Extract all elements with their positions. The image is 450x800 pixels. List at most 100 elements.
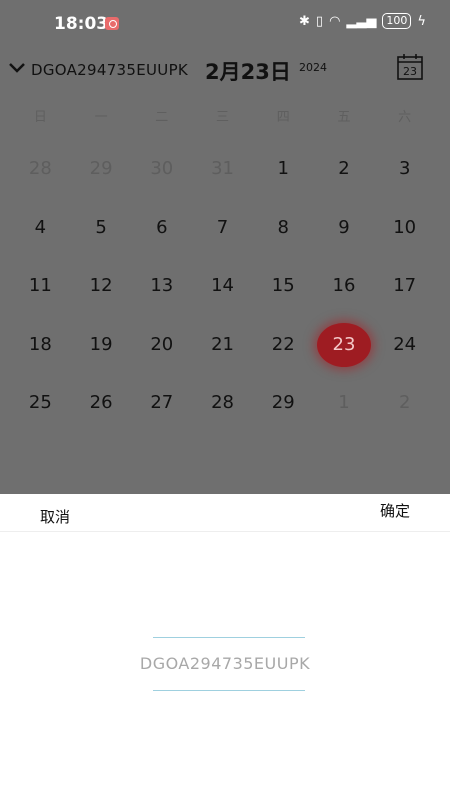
calendar-day-number: 29 [89,158,113,180]
calendar-day-number: 18 [28,333,52,355]
calendar-day[interactable]: 26 [71,381,132,425]
calendar-day-number: 26 [89,392,113,414]
vibrate-icon: ▯ [315,13,324,29]
calendar-day[interactable]: 18 [10,323,71,367]
calendar-day-number: 20 [150,333,174,355]
svg-text:23: 23 [403,65,417,78]
screen-record-icon [105,17,119,30]
calendar-grid: 28 29 30 31 1 2 3 4 5 6 7 8 9 10 11 12 13 14 15 16 17 18 19 20 2… [10,140,435,433]
calendar-day[interactable]: 4 [10,206,71,250]
weekday-label: 二 [155,110,169,125]
calendar-day-number: 30 [150,158,174,180]
status-time: 18:03 [54,14,109,34]
calendar-day-number: 13 [150,275,174,297]
device-selector[interactable]: DGOA294735EUUPK [31,61,188,79]
calendar-day[interactable]: 10 [374,206,435,250]
calendar-day[interactable]: 20 [131,323,192,367]
status-icons: ✱ ▯ ◠ ▂▃▅ 100 ϟ [299,13,426,29]
picker-divider-top [153,637,305,638]
calendar-day[interactable]: 31 [192,147,253,191]
weekday-label: 四 [276,110,290,125]
calendar-day[interactable]: 19 [71,323,132,367]
calendar-day-number: 16 [332,275,356,297]
calendar-day[interactable]: 17 [374,264,435,308]
calendar-day[interactable]: 8 [253,206,314,250]
calendar-day[interactable]: 29 [253,381,314,425]
calendar-week-row: 11 12 13 14 15 16 17 [10,257,435,316]
calendar-day-number: 19 [89,333,113,355]
calendar-day[interactable]: 5 [71,206,132,250]
calendar-day-number: 22 [271,333,295,355]
calendar-day-number: 12 [89,275,113,297]
calendar-day[interactable]: 13 [131,264,192,308]
picker-divider-bottom [153,690,305,691]
calendar-day[interactable]: 7 [192,206,253,250]
calendar-day[interactable]: 24 [374,323,435,367]
calendar-day-number: 24 [393,333,417,355]
calendar-day[interactable]: 15 [253,264,314,308]
calendar-day[interactable]: 28 [192,381,253,425]
wifi-icon: ◠ [329,13,341,29]
calendar-day[interactable]: 16 [314,264,375,308]
calendar-day-number: 10 [393,216,417,238]
device-picker[interactable]: DGOA294735EUUPK [0,634,450,694]
calendar-day-number: 7 [216,216,229,238]
battery-icon: 100 [382,13,412,29]
calendar-day-number: 5 [95,216,107,238]
calendar-day[interactable]: 27 [131,381,192,425]
calendar-day-number: 4 [34,216,47,238]
weekday-label: 一 [94,110,108,125]
calendar-day-number: 17 [393,275,417,297]
calendar-day-number: 23 [332,333,356,355]
calendar-day[interactable]: 3 [374,147,435,191]
calendar-day-number: 21 [211,333,234,355]
confirm-button[interactable]: 确定 [380,500,410,521]
calendar-day-number: 27 [150,392,174,414]
calendar-week-row: 18 19 20 21 22 23 24 [10,316,435,375]
weekday-header: 日一二三四五六 [10,106,435,125]
calendar-panel: 18:03 ✱ ▯ ◠ ▂▃▅ 100 ϟ DGOA294735EUUPK 2月… [0,0,450,494]
calendar-icon[interactable]: 23 [396,53,424,81]
calendar-day[interactable]: 30 [131,147,192,191]
calendar-day[interactable]: 21 [192,323,253,367]
calendar-day-number: 6 [156,216,168,238]
weekday-label: 日 [33,110,47,125]
calendar-day-number: 1 [338,392,350,414]
picker-option[interactable]: DGOA294735EUUPK [0,654,450,673]
calendar-day-number: 28 [211,392,234,414]
calendar-day[interactable]: 29 [71,147,132,191]
year-label: 2024 [299,61,327,74]
calendar-day[interactable]: 14 [192,264,253,308]
calendar-day[interactable]: 9 [314,206,375,250]
calendar-day[interactable]: 22 [253,323,314,367]
calendar-day-number: 8 [277,216,289,238]
selected-date-title: 2月23日 [205,60,291,84]
weekday-label: 三 [216,110,230,125]
calendar-day-number: 28 [28,158,52,180]
calendar-day-number: 11 [28,275,52,297]
calendar-day[interactable]: 6 [131,206,192,250]
chevron-down-icon[interactable] [8,61,26,75]
bluetooth-icon: ✱ [299,13,310,29]
calendar-day-number: 31 [211,158,234,180]
calendar-day[interactable]: 2 [314,147,375,191]
signal-icon: ▂▃▅ [346,13,377,29]
weekday-label: 六 [398,110,412,125]
calendar-header: DGOA294735EUUPK 2月23日 2024 23 [0,52,450,88]
calendar-day-number: 2 [398,392,411,414]
calendar-day-selected[interactable]: 23 [314,322,375,367]
calendar-day[interactable]: 28 [10,147,71,191]
weekday-label: 五 [337,110,351,125]
calendar-day[interactable]: 12 [71,264,132,308]
charging-icon: ϟ [417,13,426,29]
calendar-day[interactable]: 25 [10,381,71,425]
calendar-day[interactable]: 1 [253,147,314,191]
calendar-day-number: 25 [28,392,52,414]
calendar-day-number: 2 [338,158,350,180]
calendar-week-row: 4 5 6 7 8 9 10 [10,199,435,258]
calendar-day[interactable]: 1 [314,381,375,425]
cancel-button[interactable]: 取消 [40,506,70,527]
calendar-day[interactable]: 11 [10,264,71,308]
status-bar: 18:03 ✱ ▯ ◠ ▂▃▅ 100 ϟ [0,0,450,44]
calendar-day[interactable]: 2 [374,381,435,425]
